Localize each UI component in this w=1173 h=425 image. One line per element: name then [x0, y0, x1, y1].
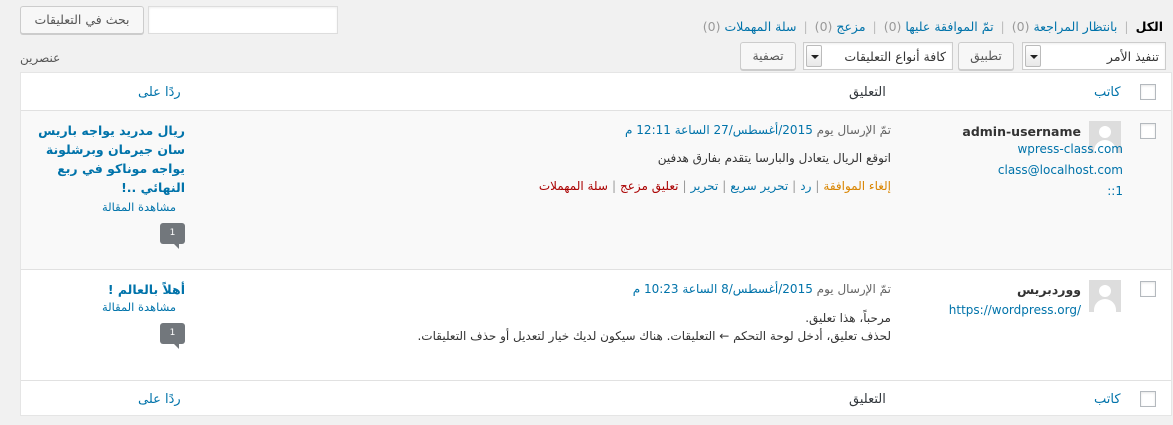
status-filters: الكل | بانتظار المراجعة (0) | تمّ المواف… — [703, 19, 1163, 34]
filter-approved-label: تمّ الموافقة عليها — [905, 19, 994, 34]
comment-submitted: تمّ الإرسال يوم 2015/أغسطس/8 الساعة 10:2… — [633, 282, 891, 296]
table-row: ووردبريس https://wordpress.org/ تمّ الإر… — [21, 270, 1171, 380]
row-checkbox[interactable] — [1140, 123, 1156, 139]
row-actions: إلغاء الموافقة|رد|تحرير سريع|تحرير|تعليق… — [539, 179, 891, 193]
filter-approved[interactable]: تمّ الموافقة عليها (0) — [884, 19, 994, 34]
column-response-header[interactable]: ردًا على — [138, 85, 181, 100]
filter-spam-count: (0) — [814, 19, 833, 34]
column-author-header[interactable]: كاتب — [1094, 85, 1121, 100]
comments-table: كاتب التعليق ردًا على admin-username wpr… — [20, 72, 1172, 416]
comment-author-email[interactable]: class@localhost.com — [998, 163, 1123, 177]
trash-link[interactable]: سلة المهملات — [539, 179, 608, 193]
filter-approved-count: (0) — [883, 19, 902, 34]
comment-date-link[interactable]: 2015/أغسطس/8 الساعة 10:23 م — [633, 282, 813, 296]
filter-separator: | — [803, 19, 808, 34]
search-comments-button[interactable]: بحث في التعليقات — [20, 6, 144, 34]
action-separator: | — [682, 179, 687, 193]
filter-spam-label: مزعج — [836, 19, 866, 34]
filter-trash[interactable]: سلة المهملات (0) — [703, 19, 797, 34]
submitted-prefix: تمّ الإرسال يوم — [816, 123, 891, 137]
filter-separator: | — [1000, 19, 1005, 34]
edit-link[interactable]: تحرير — [691, 179, 719, 193]
bulk-action-select[interactable]: تنفيذ الأمر — [1022, 42, 1166, 70]
comment-author-url[interactable]: wpress-class.com — [1017, 142, 1123, 156]
comment-submitted: تمّ الإرسال يوم 2015/أغسطس/27 الساعة 12:… — [625, 123, 891, 137]
chevron-down-icon — [806, 45, 822, 67]
comment-author-url[interactable]: https://wordpress.org/ — [949, 303, 1081, 317]
filter-pending-label: بانتظار المراجعة — [1033, 19, 1118, 34]
comment-count-bubble[interactable]: 1 — [160, 323, 185, 349]
action-separator: | — [722, 179, 727, 193]
view-post-link[interactable]: مشاهدة المقالة — [102, 200, 176, 214]
filter-trash-label: سلة المهملات — [724, 19, 797, 34]
filter-spam[interactable]: مزعج (0) — [815, 19, 866, 34]
footer-divider — [21, 380, 1171, 381]
column-comment-footer: التعليق — [849, 392, 886, 407]
action-separator: | — [792, 179, 797, 193]
comment-type-select[interactable]: كافة أنواع التعليقات — [803, 42, 953, 70]
column-comment-header: التعليق — [849, 85, 886, 100]
comment-author-name: admin-username — [962, 124, 1081, 139]
filter-separator: | — [1124, 19, 1129, 34]
apply-button[interactable]: تطبيق — [958, 42, 1014, 70]
comment-author-ip[interactable]: ::1 — [1107, 184, 1123, 198]
filter-pending[interactable]: بانتظار المراجعة (0) — [1012, 19, 1118, 34]
column-response-footer[interactable]: ردًا على — [138, 392, 181, 407]
search-input[interactable] — [148, 6, 338, 34]
filter-pending-count: (0) — [1011, 19, 1030, 34]
items-count: عنصرين — [20, 51, 61, 65]
unapprove-link[interactable]: إلغاء الموافقة — [823, 179, 891, 193]
table-row: admin-username wpress-class.com class@lo… — [21, 111, 1171, 269]
action-separator: | — [611, 179, 617, 193]
comment-text-line: لحذف تعليق، أدخل لوحة التحكم ← التعليقات… — [417, 329, 891, 343]
filter-button[interactable]: تصفية — [740, 42, 796, 70]
spam-link[interactable]: تعليق مزعج — [620, 179, 679, 193]
filter-separator: | — [872, 19, 877, 34]
reply-link[interactable]: رد — [800, 179, 811, 193]
response-post-title[interactable]: ريال مدريد يواجه باريس سان جيرمان وبرشلو… — [35, 121, 185, 197]
select-all-checkbox-footer[interactable] — [1140, 391, 1156, 407]
chevron-down-icon — [1025, 45, 1041, 67]
submitted-prefix: تمّ الإرسال يوم — [816, 282, 891, 296]
comment-text: اتوقع الريال يتعادل والبارسا يتقدم بفارق… — [657, 151, 891, 165]
filter-trash-count: (0) — [702, 19, 721, 34]
filter-all[interactable]: الكل — [1136, 19, 1163, 34]
select-all-checkbox[interactable] — [1140, 84, 1156, 100]
action-separator: | — [815, 179, 820, 193]
comment-author-name: ووردبريس — [1017, 282, 1081, 297]
comment-text-line: مرحباً، هذا تعليق. — [805, 311, 891, 325]
avatar — [1089, 280, 1121, 312]
comment-count-bubble[interactable]: 1 — [160, 223, 185, 249]
quick-edit-link[interactable]: تحرير سريع — [730, 179, 788, 193]
comment-type-value: كافة أنواع التعليقات — [844, 49, 946, 64]
response-post-title[interactable]: أهلاً بالعالم ! — [35, 280, 185, 299]
comment-date-link[interactable]: 2015/أغسطس/27 الساعة 12:11 م — [625, 123, 813, 137]
row-checkbox[interactable] — [1140, 281, 1156, 297]
column-author-footer[interactable]: كاتب — [1094, 392, 1121, 407]
view-post-link[interactable]: مشاهدة المقالة — [102, 300, 176, 314]
bulk-action-value: تنفيذ الأمر — [1106, 49, 1159, 64]
